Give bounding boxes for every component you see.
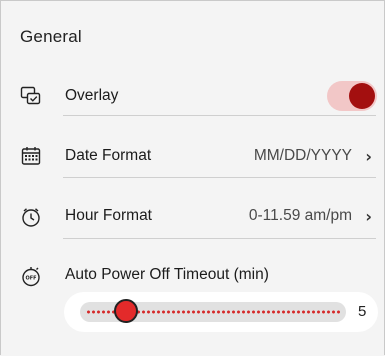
settings-panel: General Overlay Date Format MM/DD/YYYY ›… — [0, 0, 385, 355]
hour-format-label: Hour Format — [65, 207, 152, 224]
auto-power-off-label: Auto Power Off Timeout (min) — [65, 266, 269, 283]
chevron-right-icon: › — [365, 207, 372, 226]
hour-format-value: 0-11.59 am/pm — [248, 207, 352, 224]
timer-off-icon: OFF — [20, 265, 42, 287]
section-title: General — [20, 27, 82, 46]
timer-off-text: OFF — [25, 276, 36, 282]
toggle-knob — [349, 83, 375, 109]
clock-icon — [20, 206, 42, 228]
date-format-label: Date Format — [65, 147, 152, 164]
divider — [63, 177, 376, 178]
hour-format-row[interactable]: Hour Format 0-11.59 am/pm › — [1, 196, 384, 236]
slider-thumb[interactable] — [113, 299, 138, 323]
date-format-value: MM/DD/YYYY — [253, 147, 352, 164]
slider-track[interactable] — [80, 299, 346, 323]
date-format-row[interactable]: Date Format MM/DD/YYYY › — [1, 136, 384, 176]
overlay-toggle[interactable] — [327, 81, 377, 111]
divider — [63, 115, 376, 116]
divider — [63, 238, 376, 239]
chevron-right-icon: › — [365, 147, 372, 166]
calendar-icon — [20, 145, 42, 167]
auto-power-off-slider[interactable]: 5 — [64, 292, 378, 332]
overlay-icon — [20, 85, 42, 107]
slider-value: 5 — [358, 303, 367, 320]
auto-power-off-row: OFF Auto Power Off Timeout (min) — [1, 257, 384, 297]
overlay-row[interactable]: Overlay — [1, 76, 384, 116]
overlay-label: Overlay — [65, 87, 119, 104]
